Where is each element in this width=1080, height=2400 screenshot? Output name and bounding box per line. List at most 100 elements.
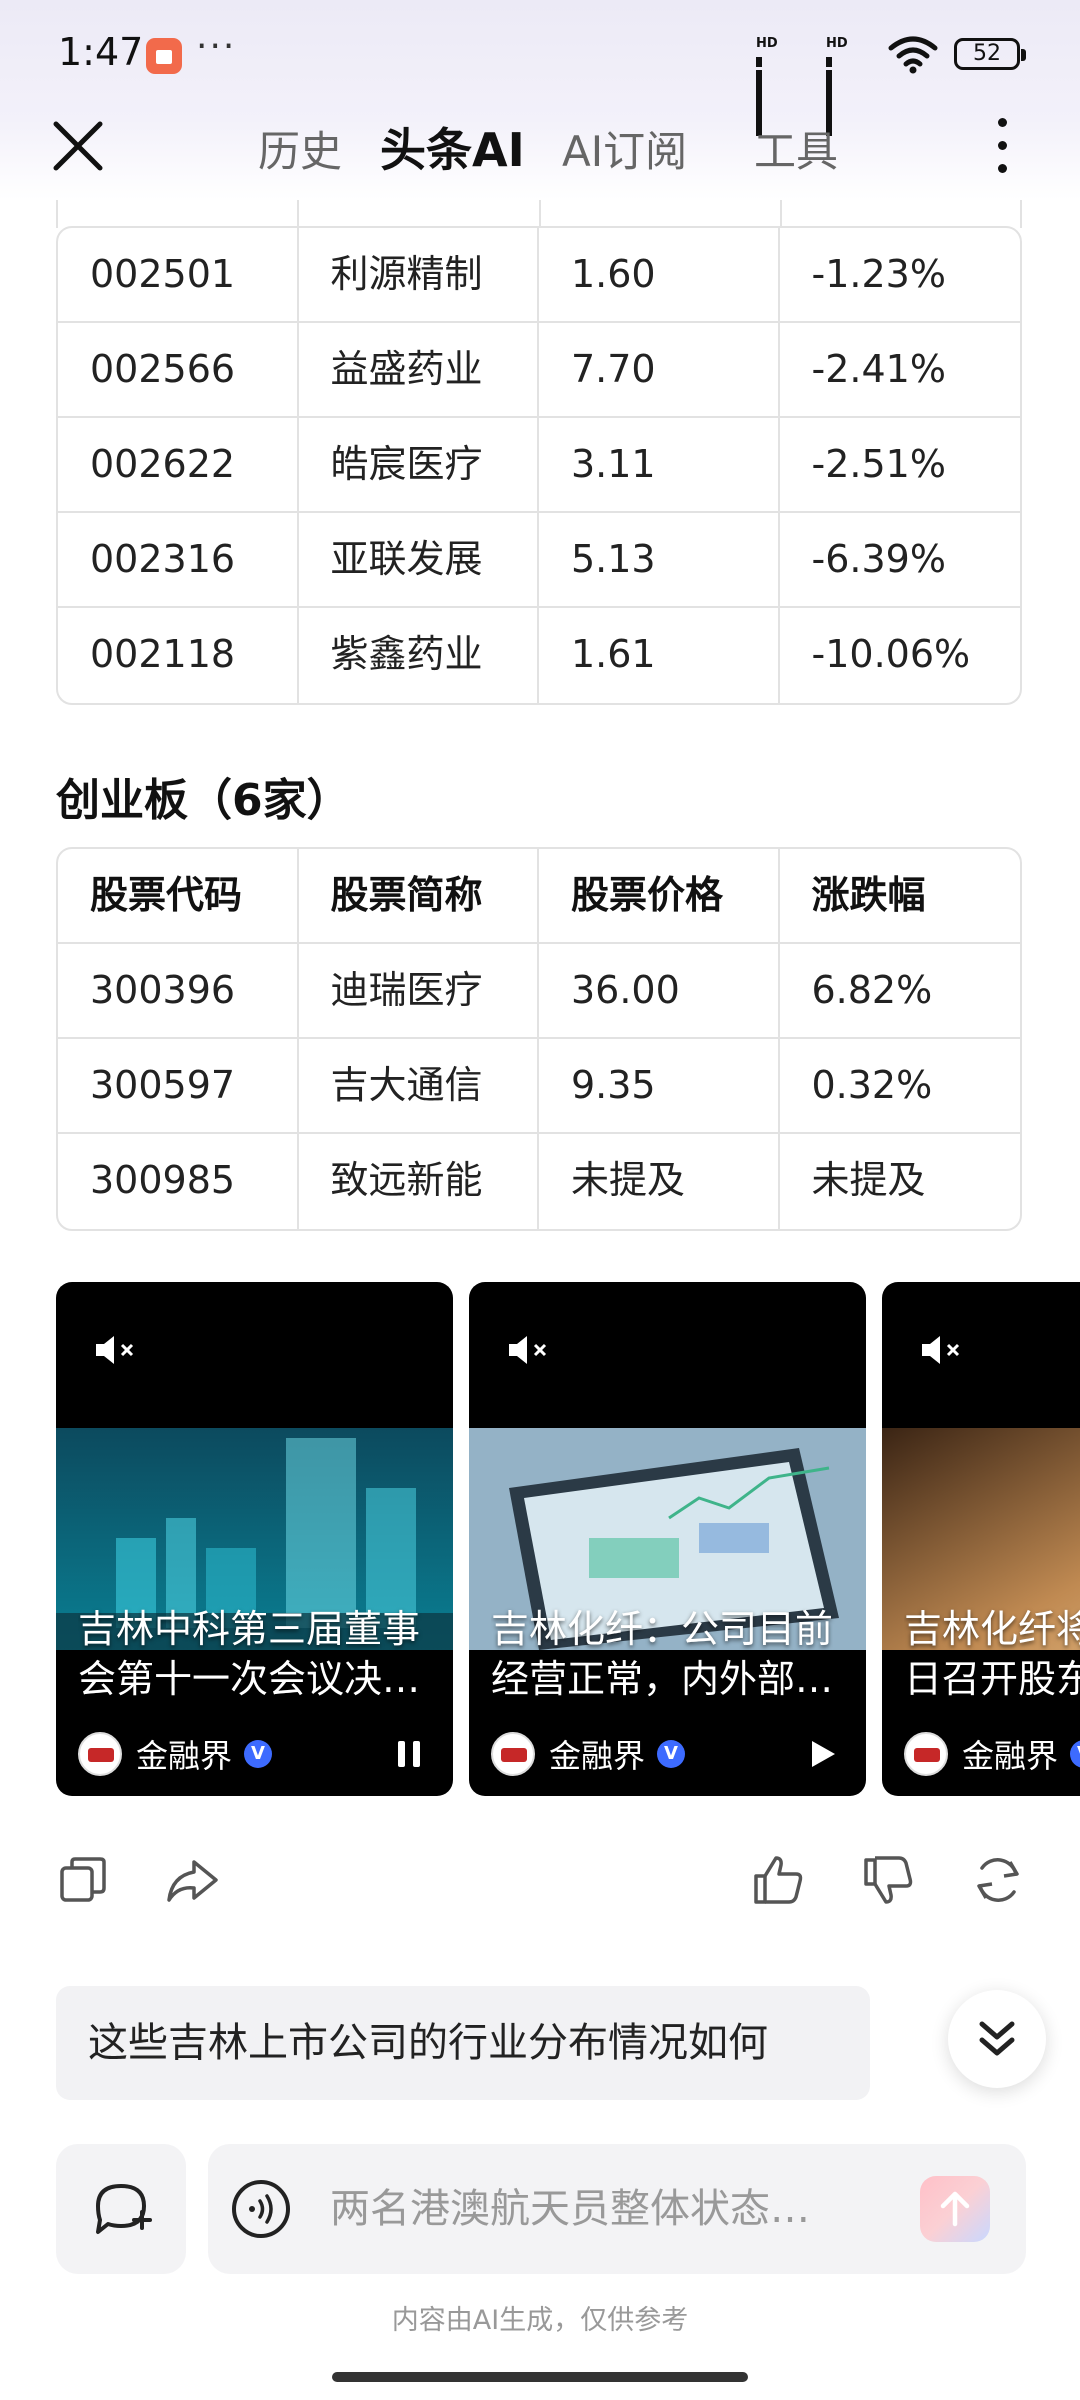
stock-name: 益盛药业: [299, 323, 539, 416]
chat-input-box: [208, 2144, 1026, 2274]
stock-price: 9.35: [539, 1039, 780, 1132]
stock-name: 亚联发展: [299, 513, 539, 606]
table-row: 002316 亚联发展 5.13 -6.39%: [58, 513, 1020, 608]
source-logo: [491, 1732, 535, 1776]
source-name: 金融界: [549, 1737, 646, 1775]
battery-indicator: 52: [954, 38, 1026, 70]
stock-price: 未提及: [539, 1134, 780, 1229]
stock-name: 吉大通信: [299, 1039, 539, 1132]
source-logo: [904, 1732, 948, 1776]
video-card[interactable]: 吉林化纤：公司目前 经营正常，内外部… 金融界 V: [469, 1282, 866, 1796]
table-row: 300396 迪瑞医疗 36.00 6.82%: [58, 944, 1020, 1039]
stock-price: 1.61: [539, 608, 780, 703]
stock-change: 未提及: [811, 1158, 926, 1202]
stock-name: 皓宸医疗: [299, 418, 539, 511]
ai-disclaimer: 内容由AI生成，仅供参考: [391, 2305, 689, 2336]
stock-code: 002566: [58, 323, 299, 416]
video-card[interactable]: 吉林中科第三届董事 会第十一次会议决… 金融界 V: [56, 1282, 453, 1796]
scroll-to-bottom-button[interactable]: [948, 1990, 1046, 2088]
stock-code: 002622: [58, 418, 299, 511]
stock-name: 紫鑫药业: [299, 608, 539, 703]
voice-input-icon[interactable]: [230, 2178, 292, 2240]
tab-toutiao-ai[interactable]: 头条AI: [380, 114, 525, 180]
video-source: 金融界 V: [491, 1730, 686, 1778]
stock-price: 3.11: [539, 418, 780, 511]
thumbs-up-icon[interactable]: [750, 1852, 806, 1908]
regenerate-icon[interactable]: [970, 1852, 1026, 1908]
table-header-row: 股票代码 股票简称 股票价格 涨跌幅: [58, 849, 1020, 944]
mute-icon[interactable]: [92, 1330, 140, 1370]
video-caption: 吉林中科第三届董事 会第十一次会议决…: [78, 1607, 421, 1701]
mute-icon[interactable]: [918, 1330, 966, 1370]
pause-icon[interactable]: [391, 1736, 427, 1772]
stock-table-chinext: 股票代码 股票简称 股票价格 涨跌幅 300396 迪瑞医疗 36.00 6.8…: [56, 847, 1022, 1231]
video-caption: 吉林化纤将 日召开股东: [904, 1607, 1080, 1701]
copy-icon[interactable]: [56, 1852, 112, 1908]
stock-code: 300985: [58, 1134, 299, 1229]
stock-table-sme: 002501 利源精制 1.60 -1.23% 002566 益盛药业 7.70…: [56, 226, 1022, 705]
stock-change: 6.82%: [811, 968, 933, 1012]
verified-icon: V: [1070, 1740, 1080, 1768]
column-header: 股票代码: [58, 849, 299, 942]
thumbs-down-icon[interactable]: [860, 1852, 916, 1908]
stock-name: 迪瑞医疗: [299, 944, 539, 1037]
new-chat-icon: [96, 2184, 152, 2234]
verified-icon: V: [657, 1740, 686, 1768]
play-icon[interactable]: [804, 1736, 840, 1772]
video-card[interactable]: 吉林化纤将 日召开股东 金融界 V: [882, 1282, 1080, 1796]
mute-icon[interactable]: [505, 1330, 553, 1370]
video-source: 金融界 V: [78, 1730, 273, 1778]
stock-name: 致远新能: [299, 1134, 539, 1229]
status-bar: 1:47 ··· HD HD 52: [0, 0, 1080, 136]
message-input[interactable]: [330, 2174, 890, 2244]
stock-code: 300597: [58, 1039, 299, 1132]
double-chevron-down-icon: [979, 2021, 1015, 2056]
tab-history[interactable]: 历史: [258, 118, 342, 179]
video-source: 金融界 V: [904, 1730, 1080, 1778]
stock-code: 300396: [58, 944, 299, 1037]
stock-price: 36.00: [539, 944, 780, 1037]
stock-price: 1.60: [539, 228, 780, 321]
source-logo: [78, 1732, 122, 1776]
new-chat-button[interactable]: [56, 2144, 186, 2274]
suggested-question[interactable]: 这些吉林上市公司的行业分布情况如何: [56, 1986, 870, 2100]
wifi-icon: [888, 36, 938, 74]
stock-price: 7.70: [539, 323, 780, 416]
stock-change: -10.06%: [811, 632, 971, 676]
stock-code: 002316: [58, 513, 299, 606]
stock-price: 5.13: [539, 513, 780, 606]
stock-change: 0.32%: [811, 1063, 933, 1107]
stock-change: -2.41%: [811, 347, 946, 391]
tab-ai-subscription[interactable]: AI订阅: [562, 118, 687, 179]
table-row: 300985 致远新能 未提及 未提及: [58, 1134, 1020, 1229]
table-scrolled-edge: [56, 200, 1022, 228]
table-row: 300597 吉大通信 9.35 0.32%: [58, 1039, 1020, 1134]
stock-change: -2.51%: [811, 442, 946, 486]
table-row: 002501 利源精制 1.60 -1.23%: [58, 228, 1020, 323]
share-icon[interactable]: [164, 1852, 220, 1908]
verified-icon: V: [244, 1740, 273, 1768]
more-options-icon[interactable]: [985, 112, 1021, 180]
column-header: 涨跌幅: [811, 873, 926, 917]
stock-change: -6.39%: [811, 537, 946, 581]
table-row: 002622 皓宸医疗 3.11 -2.51%: [58, 418, 1020, 513]
column-header: 股票价格: [539, 849, 780, 942]
video-caption: 吉林化纤：公司目前 经营正常，内外部…: [491, 1607, 834, 1701]
home-indicator[interactable]: [332, 2372, 748, 2382]
status-time: 1:47: [58, 30, 144, 74]
close-icon[interactable]: [48, 116, 108, 176]
table-row: 002118 紫鑫药业 1.61 -10.06%: [58, 608, 1020, 703]
tab-tools[interactable]: 工具: [754, 118, 838, 179]
stock-change: -1.23%: [811, 252, 946, 296]
arrow-up-icon: [940, 2191, 970, 2227]
top-navigation: 历史 头条AI AI订阅 工具: [0, 100, 1080, 190]
stock-code: 002118: [58, 608, 299, 703]
column-header: 股票简称: [299, 849, 539, 942]
video-carousel[interactable]: 吉林中科第三届董事 会第十一次会议决… 金融界 V 吉林化纤：公司目前 经营正常…: [56, 1282, 1080, 1796]
send-button[interactable]: [920, 2176, 990, 2242]
stock-name: 利源精制: [299, 228, 539, 321]
table-row: 002566 益盛药业 7.70 -2.41%: [58, 323, 1020, 418]
source-name: 金融界: [962, 1737, 1059, 1775]
stock-code: 002501: [58, 228, 299, 321]
notification-app-icon: [146, 38, 182, 74]
